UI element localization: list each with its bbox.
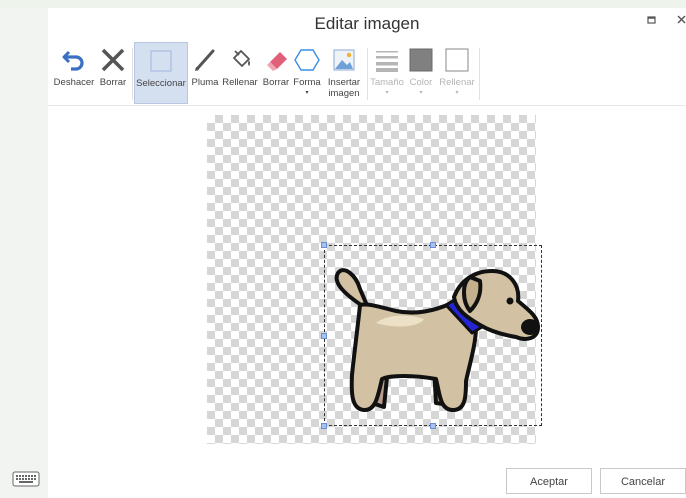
- shape-dropdown-caret: ▾: [305, 90, 309, 96]
- eraser-tool-button[interactable]: Borrar: [260, 42, 292, 104]
- color-dropdown-caret: ▾: [419, 90, 423, 96]
- close-button[interactable]: [674, 12, 686, 28]
- resize-handle-middle-left[interactable]: [321, 333, 327, 339]
- pen-tool-label: Pluma: [191, 77, 219, 88]
- fill-color-dropdown-caret: ▾: [455, 90, 459, 96]
- color-dropdown[interactable]: Color ▾: [406, 42, 436, 104]
- fill-tool-label: Rellenar: [222, 77, 258, 88]
- fill-tool-button[interactable]: Rellenar: [220, 42, 260, 104]
- select-rectangle-icon: [150, 50, 172, 72]
- resize-handle-top-center[interactable]: [430, 242, 436, 248]
- keyboard-icon[interactable]: [12, 470, 40, 488]
- hexagon-shape-icon: [294, 49, 320, 71]
- undo-button[interactable]: Deshacer: [54, 42, 94, 104]
- line-size-icon: [376, 51, 398, 72]
- resize-handle-top-left[interactable]: [321, 242, 327, 248]
- select-tool-button[interactable]: Seleccionar: [134, 42, 188, 104]
- fill-color-dropdown[interactable]: Rellenar ▾: [438, 42, 476, 104]
- resize-handle-bottom-left[interactable]: [321, 423, 327, 429]
- size-dropdown-caret: ▾: [385, 90, 389, 96]
- select-tool-label: Seleccionar: [136, 78, 186, 89]
- undo-icon: [62, 50, 84, 71]
- size-label: Tamaño: [370, 77, 404, 88]
- toolbar-separator: [479, 48, 480, 100]
- clear-button[interactable]: Borrar: [96, 42, 130, 104]
- color-swatch-icon: [409, 48, 433, 72]
- toolbar-separator: [367, 48, 368, 100]
- clear-x-icon: [101, 48, 125, 72]
- dialog-title: Editar imagen: [314, 14, 420, 33]
- insert-image-icon: [333, 49, 355, 71]
- accept-button[interactable]: Aceptar: [506, 468, 592, 494]
- image-canvas[interactable]: [207, 115, 542, 444]
- toolbar-divider: [48, 105, 686, 106]
- cancel-button[interactable]: Cancelar: [600, 468, 686, 494]
- clear-label: Borrar: [99, 77, 127, 88]
- insert-image-button[interactable]: Insertar imagen: [324, 42, 364, 104]
- shape-tool-button[interactable]: Forma ▾: [292, 42, 322, 104]
- maximize-button[interactable]: [644, 12, 660, 28]
- pen-icon: [195, 49, 215, 71]
- toolbar: Deshacer Borrar Seleccionar Pluma Rellen…: [48, 42, 686, 106]
- toolbar-separator: [132, 48, 133, 100]
- fill-color-swatch-icon: [445, 48, 469, 72]
- paint-bucket-icon: [233, 50, 250, 67]
- edit-image-dialog: Editar imagen Deshacer Borrar Selecciona…: [48, 8, 686, 498]
- top-strip: [0, 0, 686, 8]
- resize-handle-bottom-center[interactable]: [430, 423, 436, 429]
- selection-box[interactable]: [324, 245, 542, 426]
- size-dropdown[interactable]: Tamaño ▾: [370, 42, 404, 104]
- pen-tool-button[interactable]: Pluma: [190, 42, 220, 104]
- color-label: Color: [409, 77, 433, 88]
- shape-tool-label: Forma: [293, 77, 321, 88]
- insert-image-label-line1: Insertar: [327, 77, 361, 88]
- eraser-tool-label: Borrar: [262, 77, 290, 88]
- insert-image-label-line2: imagen: [328, 88, 360, 99]
- fill-color-label: Rellenar: [439, 77, 475, 88]
- undo-label: Deshacer: [53, 77, 95, 88]
- eraser-icon: [267, 52, 287, 71]
- left-strip: [0, 0, 48, 498]
